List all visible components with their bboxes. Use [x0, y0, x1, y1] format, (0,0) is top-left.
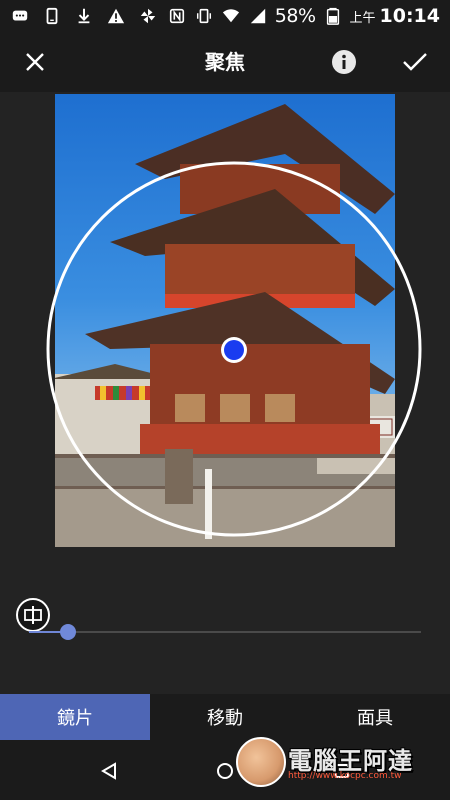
clock-period: 上午 — [349, 10, 376, 26]
back-icon — [101, 762, 116, 780]
editor-canvas — [0, 92, 450, 694]
slider-track[interactable] — [29, 631, 421, 633]
vibrate-icon — [194, 6, 214, 26]
signal-icon — [248, 6, 268, 26]
slider-thumb[interactable] — [60, 624, 77, 640]
system-icons: 58% 上午 10:14 — [167, 5, 440, 27]
check-icon — [403, 53, 427, 71]
close-button[interactable] — [15, 42, 55, 82]
message-icon — [10, 6, 30, 26]
tab-move[interactable]: 移動 — [150, 694, 300, 740]
back-button[interactable] — [98, 760, 120, 782]
recent-apps-button[interactable] — [331, 760, 353, 782]
info-button[interactable] — [324, 42, 364, 82]
navigation-bar — [0, 740, 450, 800]
status-bar: 58% 上午 10:14 — [0, 0, 450, 32]
info-icon — [332, 50, 356, 74]
tab-mask[interactable]: 面具 — [300, 694, 450, 740]
pinwheel-icon — [138, 6, 158, 26]
close-icon — [26, 53, 44, 71]
recent-apps-icon — [335, 764, 349, 778]
page-title: 聚焦 — [205, 50, 245, 74]
nfc-icon — [167, 6, 187, 26]
wifi-icon — [221, 6, 241, 26]
warning-icon — [106, 6, 126, 26]
apply-button[interactable] — [395, 42, 435, 82]
download-icon — [74, 6, 94, 26]
editor-toolbar: 聚焦 — [0, 32, 450, 92]
pagoda-photo[interactable] — [55, 94, 395, 547]
strength-slider[interactable] — [29, 622, 421, 642]
battery-icon — [323, 6, 343, 26]
phone-icon — [42, 6, 62, 26]
tab-lens[interactable]: 鏡片 — [0, 694, 150, 740]
battery-percent: 58% — [274, 5, 316, 27]
home-button[interactable] — [214, 760, 236, 782]
mode-tabs: 鏡片 移動 面具 — [0, 694, 450, 740]
notification-icons — [10, 6, 158, 26]
clock: 10:14 — [379, 5, 440, 27]
home-icon — [217, 763, 233, 779]
